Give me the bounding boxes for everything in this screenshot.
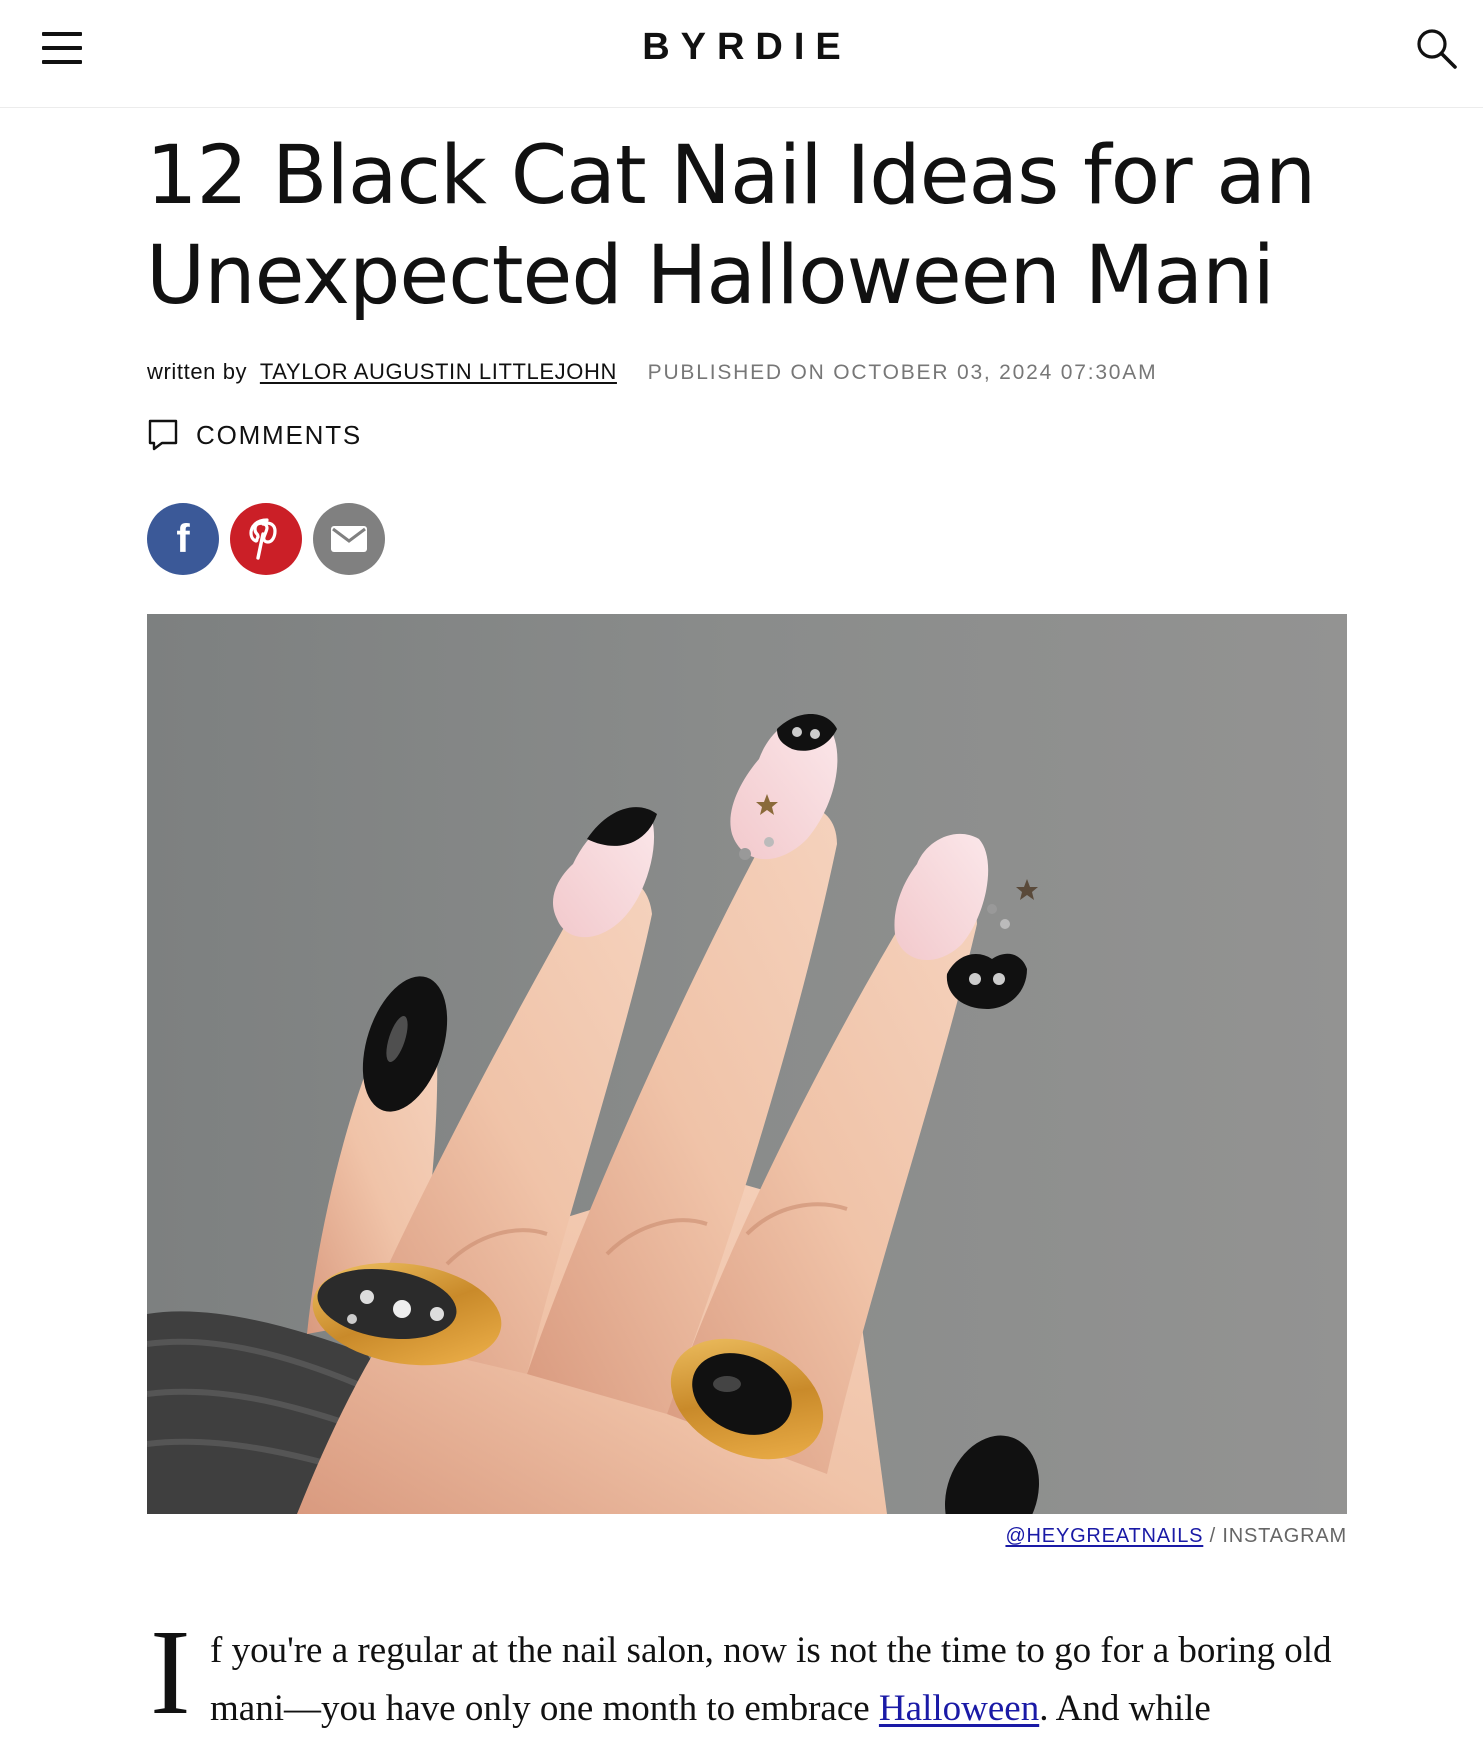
byline: written by TAYLOR AUGUSTIN LITTLEJOHN PU… xyxy=(147,359,1157,385)
drop-cap: I xyxy=(150,1605,191,1740)
envelope-icon xyxy=(331,526,367,552)
pinterest-icon xyxy=(249,518,277,560)
publish-date: PUBLISHED ON OCTOBER 03, 2024 07:30AM xyxy=(647,361,1158,384)
comments-button[interactable]: COMMENTS xyxy=(148,418,362,452)
byline-prefix: written by xyxy=(147,359,248,384)
facebook-share-button[interactable]: f xyxy=(147,503,219,575)
comment-icon xyxy=(148,419,178,451)
site-logo[interactable]: BYRDIE xyxy=(0,26,1483,69)
photo-credit-link[interactable]: @HEYGREATNAILS xyxy=(1005,1525,1203,1547)
paragraph-text-tail: . And while xyxy=(1039,1688,1211,1729)
author-link[interactable]: TAYLOR AUGUSTIN LITTLEJOHN xyxy=(260,359,617,384)
article-title: 12 Black Cat Nail Ideas for an Unexpecte… xyxy=(146,129,1316,323)
search-icon[interactable] xyxy=(1414,26,1460,72)
image-caption: @HEYGREATNAILS / INSTAGRAM xyxy=(1005,1525,1347,1548)
pinterest-share-button[interactable] xyxy=(230,503,302,575)
caption-separator: / xyxy=(1203,1525,1223,1547)
top-navigation-bar: BYRDIE xyxy=(0,0,1483,108)
caption-source: INSTAGRAM xyxy=(1222,1525,1347,1547)
comments-label: COMMENTS xyxy=(196,419,363,450)
facebook-icon: f xyxy=(176,516,190,561)
hero-image xyxy=(147,614,1347,1514)
email-share-button[interactable] xyxy=(313,503,385,575)
halloween-link[interactable]: Halloween xyxy=(879,1688,1039,1729)
article-paragraph: f you're a regular at the nail salon, no… xyxy=(210,1622,1360,1738)
